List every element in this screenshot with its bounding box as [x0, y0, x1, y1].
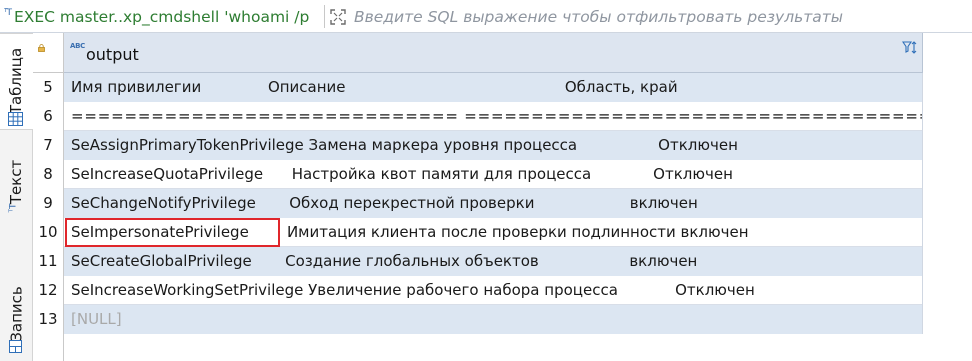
row-number: 8 [33, 160, 64, 189]
grid-blank [923, 160, 972, 189]
filter-area [330, 5, 954, 28]
output-cell[interactable]: Имя привилегии Описание Область, край [64, 73, 923, 102]
output-cell[interactable]: SeIncreaseQuotaPrivilege Настройка квот … [64, 160, 923, 189]
query-text: EXEC master..xp_cmdshell 'whoami /p [13, 7, 310, 26]
column-type-icon: ABC [70, 42, 85, 50]
row-number: 5 [33, 73, 64, 102]
row-number: 7 [33, 131, 64, 160]
table-row[interactable]: 11 SeCreateGlobalPrivilege Создание глоб… [33, 247, 972, 276]
results-grid: ABC output 5 Имя привилегии Описание Обл… [33, 33, 972, 361]
output-cell[interactable]: SeAssignPrimaryTokenPrivilege Замена мар… [64, 131, 923, 160]
grid-blank [923, 189, 972, 218]
grid-icon [8, 112, 23, 130]
query-text-tab[interactable]: ᵀT EXEC master..xp_cmdshell 'whoami /p [4, 5, 325, 28]
table-row[interactable]: 5 Имя привилегии Описание Область, край [33, 73, 972, 102]
grid-blank [923, 102, 972, 131]
table-row[interactable]: 8 SeIncreaseQuotaPrivilege Настройка кво… [33, 160, 972, 189]
output-cell[interactable]: SeImpersonatePrivilege Имитация клиента … [64, 218, 923, 247]
row-number: 13 [33, 305, 64, 334]
row-gutter [33, 333, 64, 361]
column-name: output [86, 45, 139, 64]
output-cell[interactable]: ============================= ==========… [64, 102, 923, 131]
grid-rows: 5 Имя привилегии Описание Область, край … [33, 73, 972, 334]
grid-blank [923, 305, 972, 334]
text-type-icon: ᵀT [8, 203, 19, 213]
row-number: 6 [33, 102, 64, 131]
grid-blank [923, 247, 972, 276]
grid-blank [923, 276, 972, 305]
row-number: 12 [33, 276, 64, 305]
column-header-output[interactable]: ABC output [64, 33, 923, 73]
grid-blank [923, 218, 972, 247]
grid-blank [923, 131, 972, 160]
row-number: 11 [33, 247, 64, 276]
tab-text-label: Текст [7, 159, 26, 205]
row-number: 9 [33, 189, 64, 218]
lock-icon [38, 38, 45, 52]
output-cell[interactable]: SeIncreaseWorkingSetPrivilege Увеличение… [64, 276, 923, 305]
tab-table-label: Таблица [7, 47, 26, 115]
text-type-icon: ᵀT [4, 7, 12, 18]
expand-icon[interactable] [330, 8, 346, 25]
filter-toolbar: ᵀT EXEC master..xp_cmdshell 'whoami /p [0, 0, 972, 33]
filter-input[interactable] [354, 7, 954, 26]
table-row[interactable]: 13 [NULL] [33, 305, 972, 334]
table-row[interactable]: 7 SeAssignPrimaryTokenPrivilege Замена м… [33, 131, 972, 160]
view-mode-tabs: Таблица Текст ᵀT Запись [0, 33, 33, 361]
tab-record[interactable]: Запись [0, 269, 33, 359]
tab-table[interactable]: Таблица [0, 33, 33, 130]
output-cell[interactable]: [NULL] [64, 305, 923, 334]
grid-empty-area [33, 333, 972, 361]
row-number: 10 [33, 218, 64, 247]
record-icon [9, 339, 22, 357]
grid-blank [923, 73, 972, 102]
filter-sort-icon[interactable] [901, 40, 918, 56]
table-row[interactable]: 9 SeChangeNotifyPrivilege Обход перекрес… [33, 189, 972, 218]
table-row[interactable]: 12 SeIncreaseWorkingSetPrivilege Увеличе… [33, 276, 972, 305]
grid-corner [33, 33, 64, 73]
table-row[interactable]: 6 ============================= ========… [33, 102, 972, 131]
tab-record-label: Запись [7, 286, 26, 342]
table-row[interactable]: 10 SeImpersonatePrivilege Имитация клиен… [33, 218, 972, 247]
output-cell[interactable]: SeChangeNotifyPrivilege Обход перекрестн… [64, 189, 923, 218]
output-cell[interactable]: SeCreateGlobalPrivilege Создание глобаль… [64, 247, 923, 276]
tab-text[interactable]: Текст ᵀT [0, 141, 33, 231]
